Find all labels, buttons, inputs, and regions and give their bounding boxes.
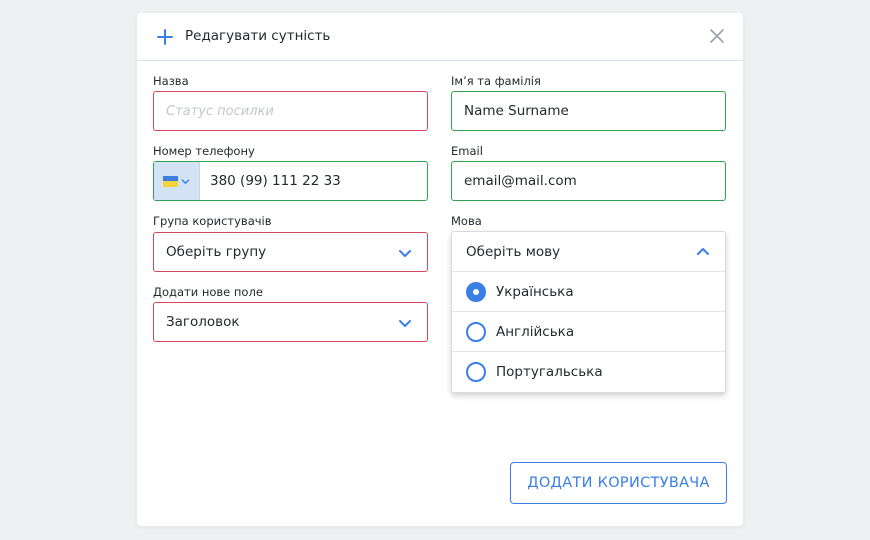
- chevron-down-icon: [181, 178, 190, 184]
- language-label: Мова: [451, 214, 482, 228]
- name-placeholder: Статус посилки: [166, 103, 274, 119]
- name-input[interactable]: Статус посилки: [153, 91, 428, 131]
- radio-unchecked-icon[interactable]: [466, 322, 486, 342]
- name-label: Назва: [153, 74, 189, 88]
- language-option-label: Англійська: [496, 324, 575, 340]
- email-input[interactable]: email@mail.com: [451, 161, 726, 201]
- new-field-value: Заголовок: [166, 314, 240, 330]
- add-user-button[interactable]: ДОДАТИ КОРИСТУВАЧА: [510, 462, 727, 504]
- language-value: Оберіть мову: [466, 244, 561, 260]
- new-field-select[interactable]: Заголовок: [153, 302, 428, 342]
- ukraine-flag-icon: [163, 175, 178, 187]
- full-name-input[interactable]: Name Surname: [451, 91, 726, 131]
- chevron-up-icon: [697, 248, 709, 255]
- user-group-value: Оберіть групу: [166, 244, 267, 260]
- close-icon[interactable]: [709, 28, 725, 44]
- language-option[interactable]: Португальська: [452, 352, 725, 392]
- language-option[interactable]: Українська: [452, 272, 725, 312]
- phone-label: Номер телефону: [153, 144, 255, 158]
- edit-entity-modal: Редагувати сутність Назва Статус посилки…: [137, 13, 743, 526]
- radio-checked-icon[interactable]: [466, 282, 486, 302]
- email-label: Email: [451, 144, 483, 158]
- plus-icon: [157, 29, 173, 45]
- user-group-label: Група користувачів: [153, 214, 272, 228]
- language-option-label: Португальська: [496, 364, 603, 380]
- radio-unchecked-icon[interactable]: [466, 362, 486, 382]
- country-code-select[interactable]: [154, 162, 200, 200]
- language-select[interactable]: Оберіть мову: [452, 232, 725, 272]
- full-name-value: Name Surname: [464, 103, 569, 119]
- new-field-label: Додати нове поле: [153, 285, 263, 299]
- language-option-label: Українська: [496, 284, 574, 300]
- chevron-down-icon: [399, 320, 411, 327]
- email-value: email@mail.com: [464, 173, 577, 189]
- phone-value: 380 (99) 111 22 33: [210, 173, 341, 189]
- full-name-label: Ім’я та фамілія: [451, 74, 541, 88]
- user-group-select[interactable]: Оберіть групу: [153, 232, 428, 272]
- modal-title: Редагувати сутність: [185, 28, 331, 44]
- chevron-down-icon: [399, 250, 411, 257]
- language-option[interactable]: Англійська: [452, 312, 725, 352]
- phone-input[interactable]: 380 (99) 111 22 33: [153, 161, 428, 201]
- language-dropdown: Оберіть мову Українська Англійська Порту…: [451, 231, 726, 393]
- modal-header: Редагувати сутність: [137, 13, 743, 61]
